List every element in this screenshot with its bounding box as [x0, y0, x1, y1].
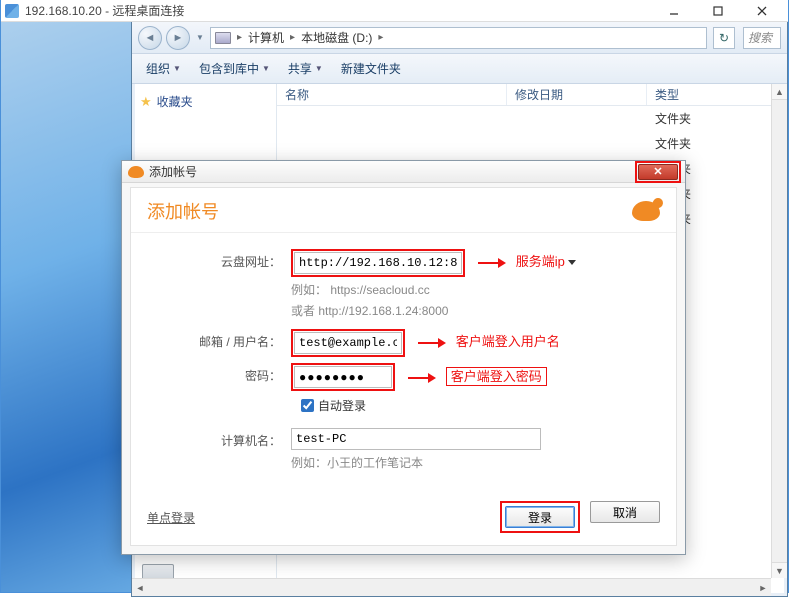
server-label: 云盘网址： [151, 249, 291, 270]
address-bar[interactable]: ▸ 计算机 ▸ 本地磁盘 (D:) ▸ [210, 27, 707, 49]
breadcrumb-drive[interactable]: 本地磁盘 (D:) [301, 29, 372, 46]
desktop-background: ◄ ► ▼ ▸ 计算机 ▸ 本地磁盘 (D:) ▸ ↻ 搜索 组织 ▼ 包含到库… [1, 22, 788, 592]
password-input[interactable] [294, 366, 392, 388]
annotation-password: 客户端登入密码 [446, 367, 547, 386]
password-label: 密码： [151, 363, 291, 384]
column-date[interactable]: 修改日期 [507, 84, 647, 105]
annotation-arrow-icon [478, 254, 506, 270]
login-button[interactable]: 登录 [505, 506, 575, 528]
file-type-cell: 文件夹 [647, 106, 787, 131]
annotation-email: 客户端登入用户名 [456, 334, 560, 349]
sidebar-favorites[interactable]: ★ 收藏夹 [140, 90, 276, 113]
toolbar-newfolder[interactable]: 新建文件夹 [341, 60, 401, 77]
dialog-heading: 添加帐号 [147, 198, 219, 224]
annotation-server: 服务端ip [516, 254, 565, 269]
autologin-checkbox[interactable] [301, 399, 314, 412]
column-type[interactable]: 类型 [647, 84, 787, 105]
cloud-icon [128, 166, 144, 178]
breadcrumb-root[interactable]: 计算机 [248, 29, 284, 46]
dialog-title: 添加帐号 [149, 163, 635, 180]
forward-button[interactable]: ► [166, 26, 190, 50]
dialog-close-button[interactable]: ✕ [638, 164, 678, 180]
email-label: 邮箱 / 用户名： [151, 329, 291, 350]
cancel-button[interactable]: 取消 [590, 501, 660, 523]
add-account-dialog: 添加帐号 ✕ 添加帐号 云盘网址： 服务端ip [121, 160, 686, 555]
vertical-scrollbar[interactable]: ▲▼ [771, 84, 787, 578]
maximize-button[interactable] [696, 0, 740, 22]
column-name[interactable]: 名称 [277, 84, 507, 105]
search-input[interactable]: 搜索 [743, 27, 781, 49]
annotation-arrow-icon [408, 369, 436, 385]
toolbar-organize[interactable]: 组织 ▼ [146, 60, 181, 77]
server-hint2: 或者 http://192.168.1.24:8000 [291, 302, 656, 319]
rdp-title: 192.168.10.20 - 远程桌面连接 [25, 2, 652, 19]
annotation-arrow-icon [418, 334, 446, 350]
email-input[interactable] [294, 332, 402, 354]
close-button[interactable] [740, 0, 784, 22]
computer-input[interactable] [291, 428, 541, 450]
computer-label: 计算机名： [151, 428, 291, 449]
seafile-logo-icon [632, 201, 660, 221]
server-input[interactable] [294, 252, 462, 274]
drive-icon [215, 32, 231, 44]
nav-history-dropdown[interactable]: ▼ [194, 26, 206, 50]
back-button[interactable]: ◄ [138, 26, 162, 50]
star-icon: ★ [140, 94, 152, 110]
refresh-button[interactable]: ↻ [713, 27, 735, 49]
sso-link[interactable]: 单点登录 [147, 509, 195, 526]
autologin-label: 自动登录 [318, 397, 366, 414]
file-type-cell: 文件夹 [647, 131, 787, 156]
computer-hint: 例如：小王的工作笔记本 [291, 454, 656, 471]
toolbar-share[interactable]: 共享 ▼ [288, 60, 323, 77]
server-hint1: 例如： https://seacloud.cc [291, 281, 656, 298]
minimize-button[interactable] [652, 0, 696, 22]
horizontal-scrollbar[interactable]: ◄► [132, 578, 771, 596]
rdp-icon [5, 4, 19, 18]
toolbar-include[interactable]: 包含到库中 ▼ [199, 60, 270, 77]
